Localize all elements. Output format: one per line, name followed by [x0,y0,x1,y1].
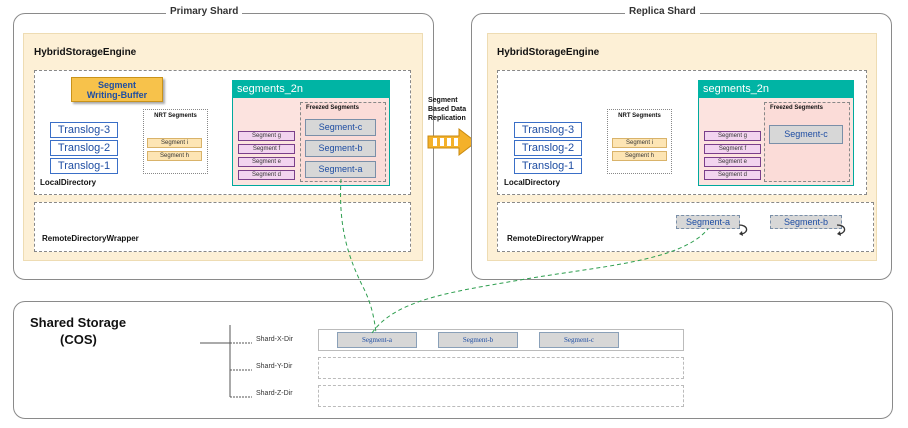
primary-segment-e: Segment e [238,157,295,167]
primary-segments-2n-header: segments_2n [232,80,390,98]
shared-storage-title: Shared Storage [30,315,127,330]
replica-translog-3: Translog-3 [514,122,582,138]
primary-freezed-title: Freezed Segments [306,105,360,111]
replica-segment-f: Segment f [704,144,761,154]
primary-segment-f: Segment f [238,144,295,154]
replica-nrt-segment-i: Segment i [612,138,667,148]
primary-shard-title: Primary Shard [166,6,243,17]
writing-buffer-line2: Writing-Buffer [86,90,148,100]
replica-remote-segment-a: Segment-a [676,215,740,229]
primary-segment-d: Segment d [238,170,295,180]
replication-label: Segment Based Data Replication [428,96,466,123]
replica-remote-segment-b: Segment-b [770,215,842,229]
replica-shard-title: Replica Shard [625,6,700,17]
primary-segment-c: Segment-c [305,119,376,136]
replica-segment-a-link-icon [738,224,748,236]
primary-nrt-title: NRT Segments [154,113,197,119]
replica-segment-e: Segment e [704,157,761,167]
replica-engine-title: HybridStorageEngine [497,47,600,58]
shard-z-dir-label: Shard-Z-Dir [256,390,293,397]
replica-local-directory-label: LocalDirectory [504,178,561,187]
replication-label-line3: Replication [428,115,466,122]
primary-writing-buffer: Segment Writing-Buffer [71,77,163,102]
replica-segment-b-link-icon [836,224,846,236]
replica-translog-1: Translog-1 [514,158,582,174]
primary-remote-directory-label: RemoteDirectoryWrapper [42,234,139,243]
replica-freezed-title: Freezed Segments [770,105,824,111]
replication-label-line2: Based Data [428,106,467,113]
primary-translog-3: Translog-3 [50,122,118,138]
primary-nrt-segment-i: Segment i [147,138,202,148]
replication-arrow-icon [427,128,477,156]
cos-segment-a: Segment-a [337,332,417,348]
primary-translog-1: Translog-1 [50,158,118,174]
shard-x-dir-label: Shard-X-Dir [256,336,293,343]
primary-segment-b: Segment-b [305,140,376,157]
replica-segment-c: Segment-c [769,125,843,144]
replica-nrt-segment-h: Segment h [612,151,667,161]
primary-segment-g: Segment g [238,131,295,141]
primary-remote-directory-wrapper [34,202,411,252]
replication-label-line1: Segment [428,97,458,104]
replica-segment-d: Segment d [704,170,761,180]
primary-segment-a: Segment-a [305,161,376,178]
shared-storage-subtitle: (COS) [60,332,97,347]
shard-z-dir [318,385,684,407]
replica-remote-directory-label: RemoteDirectoryWrapper [507,234,604,243]
primary-engine-title: HybridStorageEngine [34,47,137,58]
primary-nrt-segment-h: Segment h [147,151,202,161]
cos-segment-b: Segment-b [438,332,518,348]
replica-segment-g: Segment g [704,131,761,141]
shard-y-dir-label: Shard-Y-Dir [256,363,293,370]
replica-segments-2n-header: segments_2n [698,80,854,98]
cos-segment-c: Segment-c [539,332,619,348]
primary-translog-2: Translog-2 [50,140,118,156]
primary-local-directory-label: LocalDirectory [40,178,97,187]
shard-y-dir [318,357,684,379]
replica-nrt-title: NRT Segments [618,113,661,119]
replica-translog-2: Translog-2 [514,140,582,156]
writing-buffer-line1: Segment [97,80,136,90]
